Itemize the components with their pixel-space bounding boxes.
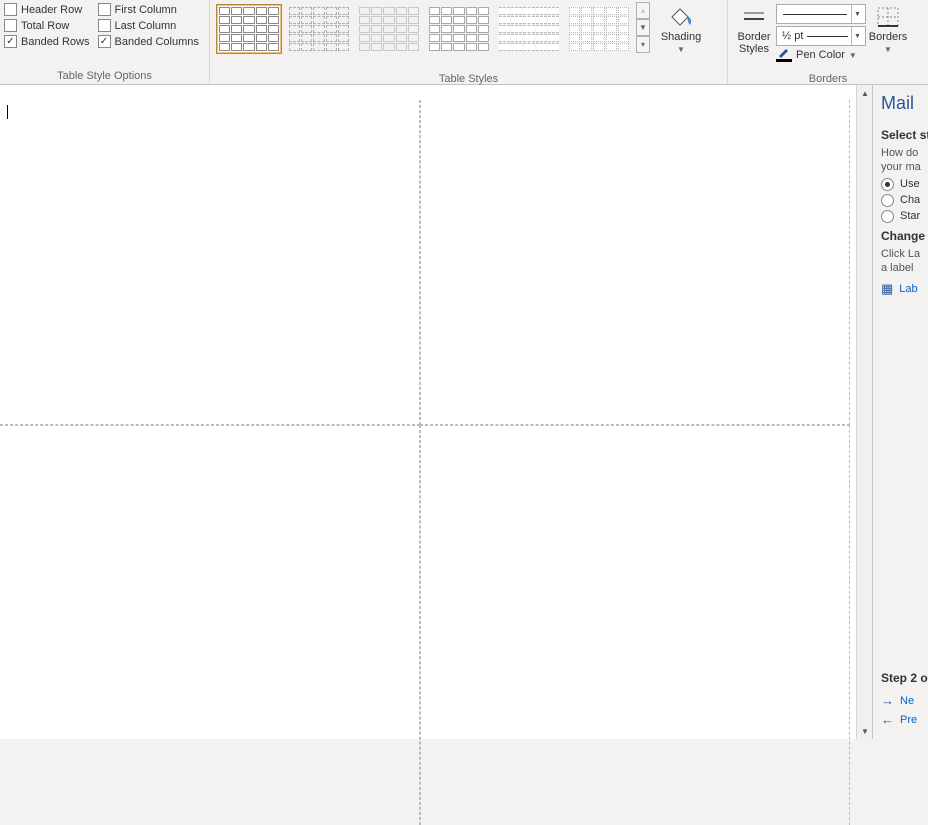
link-label: Ne	[900, 695, 914, 707]
gallery-scroll-up-button[interactable]: ▲	[636, 2, 650, 19]
label-cell[interactable]	[0, 425, 420, 825]
checkbox-label: Total Row	[21, 20, 69, 32]
button-label: Border Styles	[737, 31, 770, 55]
checkbox-total-row[interactable]: Total Row	[4, 19, 69, 32]
group-table-style-options: Header Row Total Row ✓ Banded Rows	[0, 0, 210, 84]
line-weight-combo[interactable]: ½ pt ▼	[776, 26, 866, 46]
label-grid	[0, 85, 868, 739]
group-borders: Border Styles ▼ ½ pt ▼	[728, 0, 928, 84]
table-style-thumb[interactable]	[356, 4, 422, 54]
radio-label: Star	[900, 210, 920, 222]
arrow-right-icon: →	[881, 693, 894, 708]
checkbox-header-row[interactable]: Header Row	[4, 3, 82, 16]
paint-bucket-icon	[666, 4, 696, 30]
chevron-down-icon: ▼	[677, 45, 685, 54]
checkbox-label: Header Row	[21, 4, 82, 16]
border-styles-icon	[739, 4, 769, 30]
checkbox-label: First Column	[115, 4, 177, 16]
borders-icon	[873, 4, 903, 30]
link-label: Pre	[900, 714, 917, 726]
mail-merge-pane: Mail Select st How do your ma Use Cha St…	[872, 85, 928, 739]
scroll-up-button[interactable]: ▲	[857, 85, 873, 101]
pane-heading: Change d	[881, 229, 928, 243]
pane-text: Click La	[881, 247, 928, 261]
scroll-down-button[interactable]: ▼	[857, 723, 873, 739]
table-style-thumb[interactable]	[286, 4, 352, 54]
line-weight-value: ½ pt	[782, 30, 803, 42]
pen-color-icon	[776, 48, 792, 62]
line-style-combo[interactable]: ▼	[776, 4, 866, 24]
checkbox-label: Last Column	[115, 20, 177, 32]
checkbox-first-column[interactable]: First Column	[98, 3, 177, 16]
arrow-left-icon: ←	[881, 712, 894, 727]
pane-text: a label	[881, 261, 928, 275]
group-label: Table Styles	[214, 72, 723, 86]
checkbox-label: Banded Rows	[21, 36, 90, 48]
checkbox-banded-rows[interactable]: ✓ Banded Rows	[4, 35, 90, 48]
prev-step-link[interactable]: ← Pre	[881, 712, 928, 727]
chevron-down-icon: ▼	[851, 27, 863, 45]
label-options-link[interactable]: ▦ Lab	[881, 281, 928, 297]
radio-icon	[881, 194, 894, 207]
vertical-scrollbar[interactable]: ▲ ▼	[856, 85, 872, 739]
check-icon: ✓	[98, 35, 111, 48]
pane-heading: Select st	[881, 128, 928, 142]
step-heading: Step 2 o	[881, 671, 928, 685]
label-icon: ▦	[881, 281, 893, 297]
chevron-down-icon: ▼	[884, 45, 892, 54]
pen-color-button[interactable]: Pen Color ▼	[776, 48, 866, 62]
document-canvas[interactable]	[0, 85, 868, 739]
table-style-thumb[interactable]	[566, 4, 632, 54]
shading-button[interactable]: Shading ▼	[656, 2, 706, 72]
group-table-styles: ▲ ▼ ▾ Shading ▼ Table Styles	[210, 0, 728, 84]
table-style-gallery[interactable]	[214, 2, 634, 56]
check-icon	[4, 3, 17, 16]
line-sample-icon	[807, 36, 848, 37]
chevron-down-icon: ▼	[849, 51, 857, 60]
checkbox-last-column[interactable]: Last Column	[98, 19, 177, 32]
radio-label: Use	[900, 178, 920, 190]
radio-icon	[881, 210, 894, 223]
button-label: Pen Color	[796, 49, 845, 61]
group-label: Table Style Options	[4, 69, 205, 83]
group-label: Borders	[732, 72, 924, 86]
label-cell[interactable]	[420, 425, 850, 825]
label-cell[interactable]	[0, 100, 420, 425]
check-icon	[4, 19, 17, 32]
gallery-more-button[interactable]: ▾	[636, 36, 650, 53]
button-label: Borders	[869, 31, 908, 43]
check-icon	[98, 19, 111, 32]
checkbox-label: Banded Columns	[115, 36, 199, 48]
radio-use-current[interactable]: Use	[881, 178, 928, 191]
border-styles-button[interactable]: Border Styles	[732, 2, 776, 72]
check-icon	[98, 3, 111, 16]
table-style-thumb[interactable]	[216, 4, 282, 54]
pane-title: Mail	[881, 93, 928, 114]
check-icon: ✓	[4, 35, 17, 48]
line-sample-icon	[783, 14, 847, 15]
radio-change-layout[interactable]: Cha	[881, 194, 928, 207]
radio-label: Cha	[900, 194, 920, 206]
button-label: Shading	[661, 31, 701, 43]
text-cursor	[7, 105, 8, 119]
table-style-thumb[interactable]	[426, 4, 492, 54]
chevron-down-icon: ▼	[851, 5, 863, 23]
next-step-link[interactable]: → Ne	[881, 693, 928, 708]
pane-text: your ma	[881, 160, 928, 174]
link-label: Lab	[899, 283, 917, 295]
borders-button[interactable]: Borders ▼	[866, 2, 910, 72]
table-style-thumb[interactable]	[496, 4, 562, 54]
radio-start-from[interactable]: Star	[881, 210, 928, 223]
radio-icon	[881, 178, 894, 191]
gallery-scroll-down-button[interactable]: ▼	[636, 19, 650, 36]
ribbon: Header Row Total Row ✓ Banded Rows	[0, 0, 928, 85]
label-cell[interactable]	[420, 100, 850, 425]
pane-text: How do	[881, 146, 928, 160]
checkbox-banded-columns[interactable]: ✓ Banded Columns	[98, 35, 199, 48]
